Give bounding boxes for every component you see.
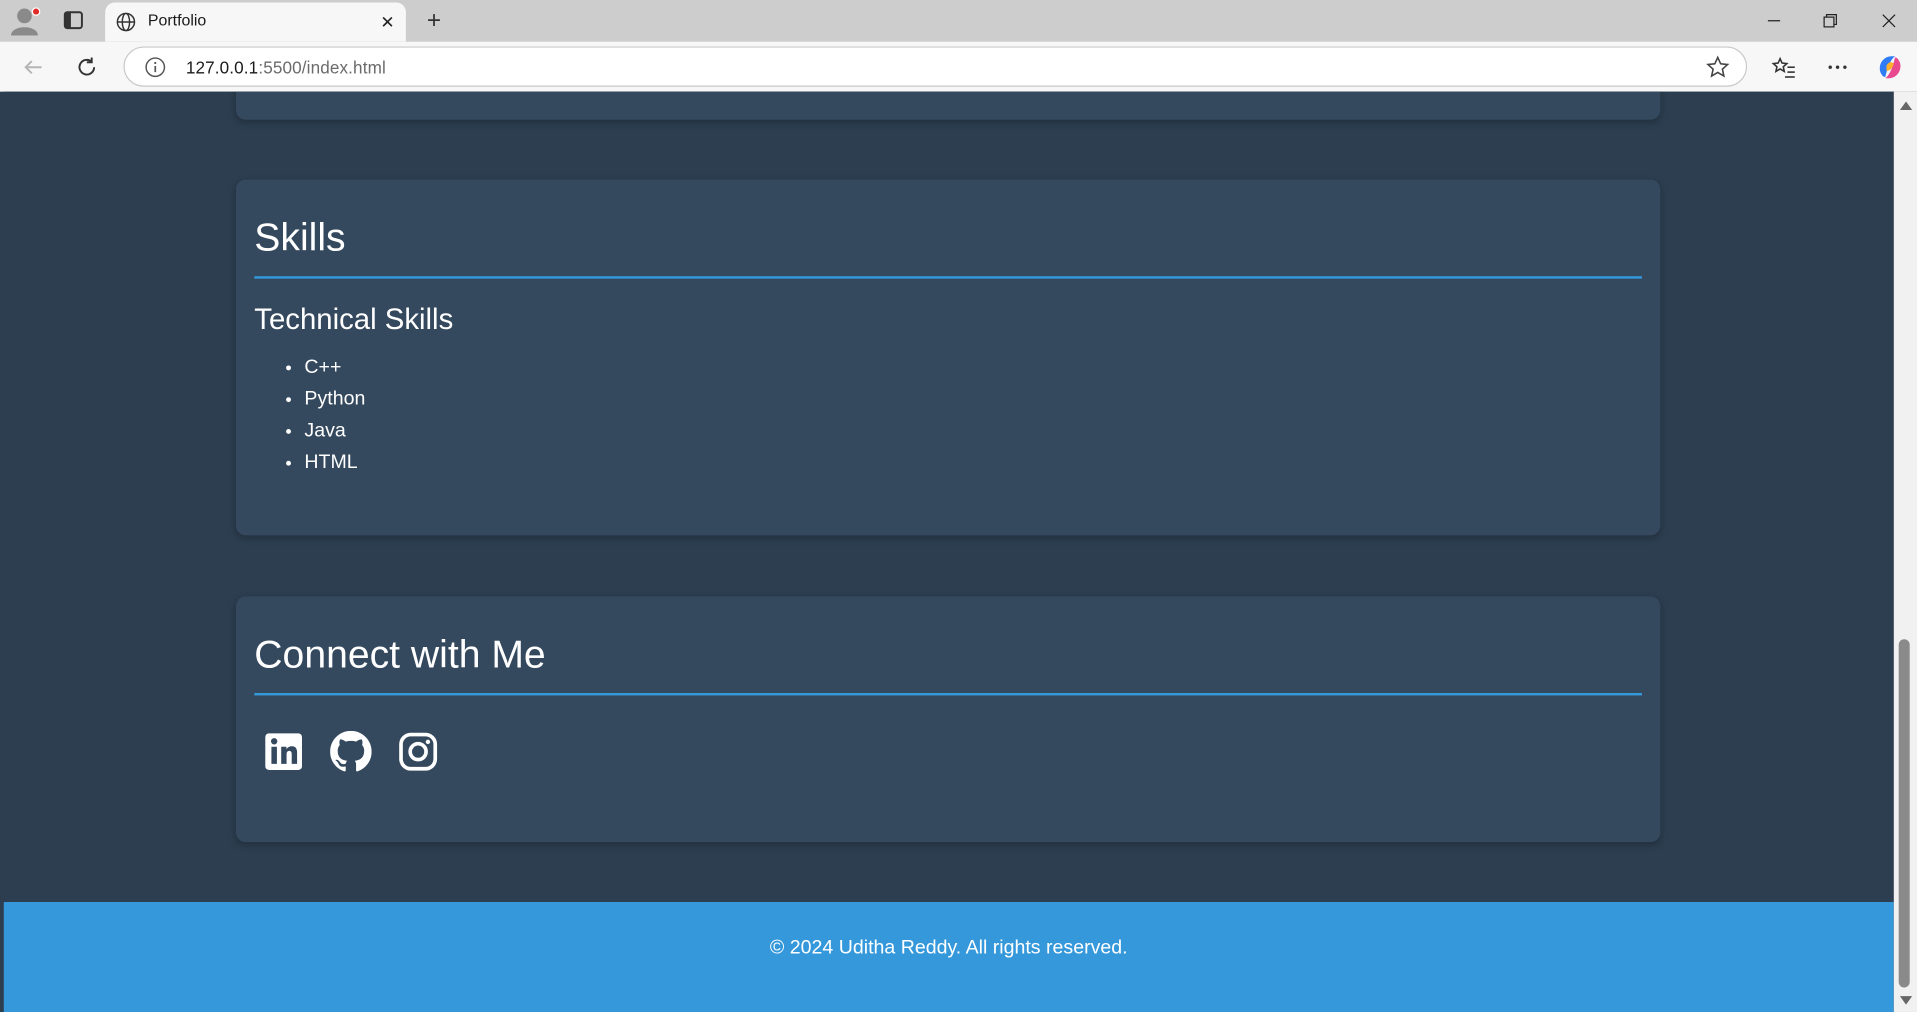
copyright-text: © 2024 Uditha Reddy. All rights reserved… [769, 937, 1128, 959]
skills-divider [254, 276, 1642, 279]
globe-icon [116, 12, 136, 32]
restore-icon[interactable] [1802, 0, 1858, 42]
linkedin-icon[interactable] [263, 731, 305, 773]
tab-portfolio[interactable]: Portfolio ✕ [105, 2, 406, 42]
minimize-icon[interactable] [1746, 0, 1802, 42]
profile-icon[interactable] [10, 6, 42, 36]
back-icon[interactable] [17, 51, 49, 83]
technical-skills-heading: Technical Skills [254, 303, 454, 337]
close-tab-icon[interactable]: ✕ [377, 11, 399, 33]
previous-section-card [235, 91, 1661, 120]
scroll-up-icon[interactable] [1899, 101, 1913, 110]
more-icon[interactable] [1822, 51, 1854, 83]
browser-window: Portfolio ✕ + 127.0.0.1:5500/index.html [0, 0, 1917, 1012]
refresh-icon[interactable] [71, 51, 103, 83]
browser-toolbar: 127.0.0.1:5500/index.html [0, 41, 1917, 92]
close-window-icon[interactable] [1861, 0, 1917, 42]
connect-divider [254, 692, 1642, 696]
skills-section: Skills Technical Skills C++ Python Java … [235, 179, 1661, 536]
site-info-icon[interactable] [144, 56, 166, 78]
page-footer: © 2024 Uditha Reddy. All rights reserved… [3, 901, 1894, 1012]
favorite-star-icon[interactable] [1706, 55, 1730, 79]
url-text: 127.0.0.1:5500/index.html [185, 57, 386, 77]
connect-section: Connect with Me [235, 596, 1661, 843]
skill-item: HTML [304, 447, 365, 479]
favorites-icon[interactable] [1768, 51, 1800, 83]
vertical-scrollbar[interactable] [1893, 91, 1917, 1012]
instagram-icon[interactable] [397, 731, 439, 773]
skills-list: C++ Python Java HTML [304, 352, 365, 479]
skill-item: C++ [304, 352, 365, 384]
scrollbar-thumb[interactable] [1898, 639, 1910, 988]
scroll-down-icon[interactable] [1899, 996, 1913, 1005]
page-viewport: Skills Technical Skills C++ Python Java … [3, 91, 1894, 1012]
tab-title: Portfolio [147, 10, 207, 30]
connect-heading: Connect with Me [254, 631, 546, 676]
skill-item: Python [304, 384, 365, 416]
tab-actions-icon[interactable] [59, 9, 88, 33]
address-bar[interactable]: 127.0.0.1:5500/index.html [123, 46, 1748, 87]
github-icon[interactable] [330, 730, 372, 773]
new-tab-icon[interactable]: + [418, 5, 450, 37]
copilot-icon[interactable] [1874, 51, 1906, 83]
tab-bar: Portfolio ✕ + [0, 0, 1917, 42]
skills-heading: Skills [254, 215, 346, 260]
skill-item: Java [304, 416, 365, 448]
